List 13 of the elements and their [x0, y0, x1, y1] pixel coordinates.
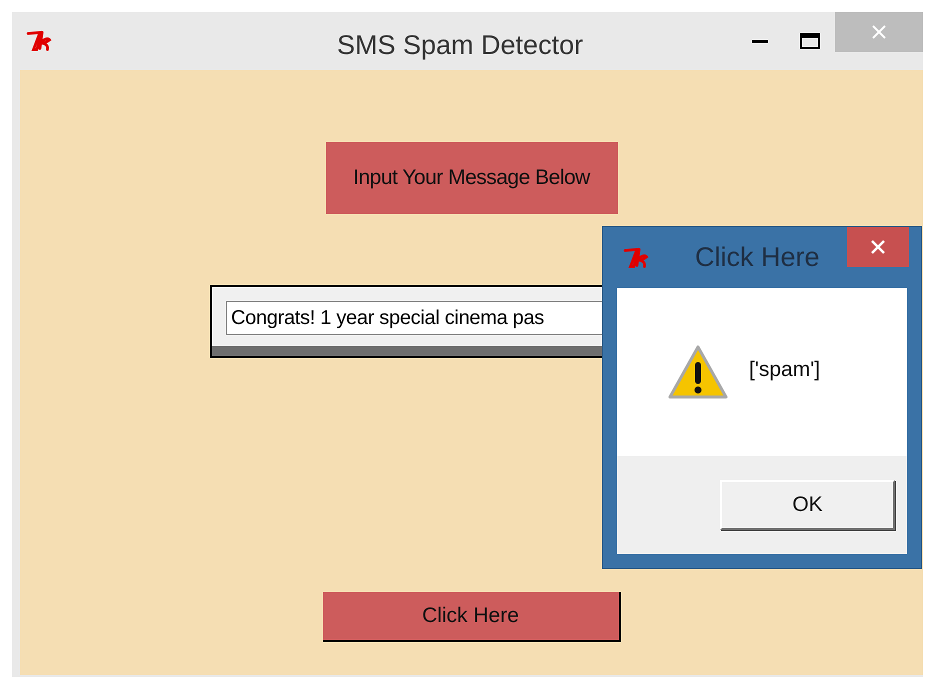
close-icon	[870, 239, 886, 255]
click-here-button[interactable]: Click Here	[322, 592, 620, 642]
dialog-title: Click Here	[695, 241, 820, 274]
field-text: Congrats! 1 year special cinema pas	[231, 306, 544, 331]
window-title: SMS Spam Detector	[337, 29, 584, 62]
minimize-icon	[752, 38, 768, 44]
maximize-icon	[800, 33, 820, 49]
dialog-close-button[interactable]	[847, 227, 909, 267]
dialog-message: ['spam']	[749, 357, 820, 384]
close-icon	[871, 24, 887, 40]
ok-button[interactable]: OK	[720, 480, 895, 530]
heading-label: Input Your Message Below	[326, 142, 618, 214]
warning-icon	[667, 344, 729, 400]
